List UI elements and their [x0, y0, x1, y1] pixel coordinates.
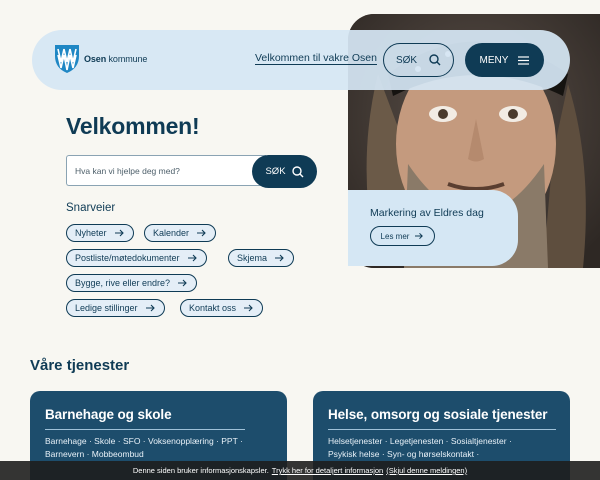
cookie-details-link[interactable]: Trykk her for detaljert informasjon [272, 466, 383, 475]
shortcut-bygge[interactable]: Bygge, rive eller endre? [66, 274, 198, 292]
cookie-hide-link[interactable]: (Skjul denne meldingen) [386, 466, 467, 475]
shortcut-label: Skjema [237, 253, 268, 263]
service-card-title: Helse, omsorg og sosiale tjenester [328, 407, 548, 422]
logo-text: Osen kommune [84, 54, 148, 64]
promo-title: Markering av Eldres dag [370, 207, 484, 219]
arrow-right-icon [415, 232, 424, 240]
arrow-right-icon [244, 304, 254, 312]
shortcut-label: Ledige stillinger [75, 303, 138, 313]
shortcut-nyheter[interactable]: Nyheter [66, 224, 134, 242]
news-promo-card: Markering av Eldres dag Les mer [348, 190, 518, 266]
shortcut-kontakt-oss[interactable]: Kontakt oss [180, 299, 264, 317]
welcome-link[interactable]: Velkommen til vakre Osen [255, 52, 377, 64]
arrow-right-icon [187, 254, 198, 262]
osen-shield-icon [54, 44, 80, 74]
arrow-right-icon [178, 279, 188, 287]
shortcut-label: Kontakt oss [189, 303, 237, 313]
arrow-right-icon [275, 254, 285, 262]
shortcut-label: Nyheter [75, 228, 107, 238]
cookie-banner: Denne siden bruker informasjonskapsler. … [0, 461, 600, 480]
read-more-label: Les mer [380, 231, 410, 241]
search-icon [291, 165, 304, 178]
search-icon [429, 54, 441, 66]
cookie-text: Denne siden bruker informasjonskapsler. [132, 466, 269, 475]
service-links[interactable]: Barnehage · Skole · SFO · Voksenopplærin… [45, 435, 243, 460]
search-placeholder: Hva kan vi hjelpe deg med? [75, 165, 180, 176]
shortcut-label: Bygge, rive eller endre? [75, 278, 171, 288]
service-links[interactable]: Helsetjenester · Legetjenesten · Sosialt… [328, 435, 512, 460]
site-header: Osen kommune Velkommen til vakre Osen SØ… [32, 30, 570, 90]
shortcut-kalender[interactable]: Kalender [144, 224, 217, 242]
shortcut-skjema[interactable]: Skjema [228, 249, 295, 267]
shortcut-label: Postliste/møtedokumenter [75, 253, 180, 263]
page-title: Velkommen! [66, 113, 200, 139]
shortcut-label: Kalender [153, 228, 190, 238]
arrow-right-icon [114, 229, 125, 237]
divider [45, 429, 245, 430]
site-logo[interactable]: Osen kommune [54, 44, 147, 74]
divider [328, 429, 556, 430]
service-card-title: Barnehage og skole [45, 407, 172, 422]
search-submit-button[interactable]: SØK [252, 155, 317, 188]
menu-button[interactable]: MENY [465, 43, 544, 77]
hamburger-icon [518, 55, 530, 65]
shortcuts-heading: Snarveier [66, 202, 116, 214]
search-input[interactable]: Hva kan vi hjelpe deg med? [66, 155, 266, 186]
read-more-button[interactable]: Les mer [370, 226, 435, 246]
arrow-right-icon [197, 229, 207, 237]
shortcut-ledige-stillinger[interactable]: Ledige stillinger [66, 299, 165, 317]
header-search-label: SØK [395, 54, 418, 66]
search-submit-label: SØK [265, 166, 286, 177]
shortcut-postliste[interactable]: Postliste/møtedokumenter [66, 249, 207, 267]
arrow-right-icon [145, 304, 156, 312]
services-heading: Våre tjenester [30, 357, 130, 374]
menu-label: MENY [479, 54, 509, 66]
header-search-button[interactable]: SØK [383, 43, 454, 77]
